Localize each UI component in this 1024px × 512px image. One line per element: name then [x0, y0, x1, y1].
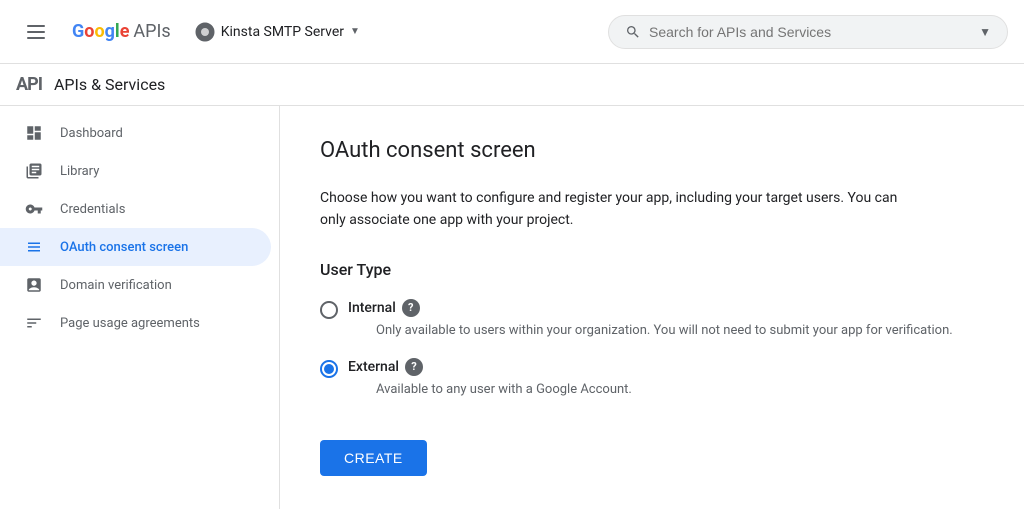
internal-help-icon[interactable]: ? — [402, 299, 420, 317]
project-name: Kinsta SMTP Server — [221, 24, 344, 40]
internal-description: Only available to users within your orga… — [376, 321, 953, 342]
sidebar-item-dashboard-label: Dashboard — [60, 126, 123, 141]
internal-radio-input[interactable] — [320, 301, 338, 319]
external-description: Available to any user with a Google Acco… — [376, 380, 632, 401]
external-radio-label: External ? — [348, 358, 632, 376]
project-icon — [195, 22, 215, 42]
sidebar-item-page-usage[interactable]: Page usage agreements — [0, 304, 271, 342]
hamburger-icon — [27, 23, 45, 41]
sidebar-item-library[interactable]: Library — [0, 152, 271, 190]
project-selector[interactable]: Kinsta SMTP Server ▼ — [187, 16, 368, 48]
search-icon — [625, 24, 641, 40]
menu-icon[interactable] — [16, 12, 56, 52]
sub-header-title: APIs & Services — [54, 75, 165, 94]
page-title: OAuth consent screen — [320, 138, 984, 163]
sidebar-item-oauth-label: OAuth consent screen — [60, 240, 188, 255]
external-radio-input[interactable] — [320, 360, 338, 378]
external-help-icon[interactable]: ? — [405, 358, 423, 376]
search-dropdown-icon[interactable]: ▼ — [979, 25, 991, 39]
main-content: OAuth consent screen Choose how you want… — [280, 106, 1024, 509]
internal-radio-option[interactable]: Internal ? Only available to users withi… — [320, 299, 984, 342]
sidebar-item-library-label: Library — [60, 164, 99, 179]
page-icon — [24, 314, 44, 332]
sidebar: Dashboard Library Credentials — [0, 106, 280, 509]
google-text: Google — [72, 21, 129, 42]
domain-icon — [24, 276, 44, 294]
sidebar-item-dashboard[interactable]: Dashboard — [0, 114, 271, 152]
key-icon — [24, 200, 44, 218]
sidebar-item-domain-label: Domain verification — [60, 278, 172, 293]
dashboard-icon — [24, 124, 44, 142]
sidebar-item-domain[interactable]: Domain verification — [0, 266, 271, 304]
sidebar-item-oauth[interactable]: OAuth consent screen — [0, 228, 271, 266]
apis-label: APIs — [133, 21, 170, 42]
external-radio-option[interactable]: External ? Available to any user with a … — [320, 358, 984, 401]
search-bar[interactable]: ▼ — [608, 15, 1008, 49]
sub-header: API APIs & Services — [0, 64, 1024, 106]
project-dropdown-icon: ▼ — [350, 26, 360, 37]
sidebar-item-credentials[interactable]: Credentials — [0, 190, 271, 228]
page-description: Choose how you want to configure and reg… — [320, 187, 920, 232]
google-apis-logo: Google APIs — [72, 21, 171, 42]
api-badge: API — [16, 74, 42, 95]
user-type-section-title: User Type — [320, 260, 984, 279]
sidebar-item-credentials-label: Credentials — [60, 202, 125, 217]
sidebar-item-page-usage-label: Page usage agreements — [60, 316, 200, 331]
internal-radio-label: Internal ? — [348, 299, 953, 317]
oauth-icon — [24, 238, 44, 256]
search-input[interactable] — [649, 24, 971, 40]
create-button[interactable]: CREATE — [320, 440, 427, 476]
library-icon — [24, 162, 44, 180]
